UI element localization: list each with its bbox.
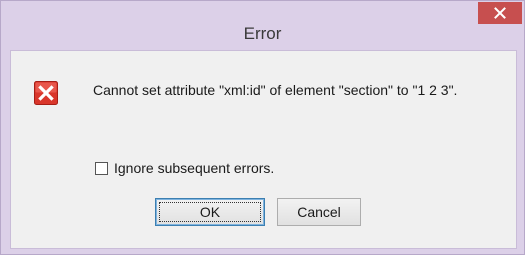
- dialog-title: Error: [243, 24, 282, 43]
- ignore-errors-checkbox-row[interactable]: Ignore subsequent errors.: [95, 159, 274, 177]
- ignore-errors-checkbox[interactable]: [95, 161, 108, 175]
- title-bar[interactable]: Error: [1, 1, 524, 50]
- ok-button[interactable]: OK: [155, 198, 265, 226]
- close-icon: [494, 7, 506, 19]
- close-button[interactable]: [478, 2, 522, 24]
- ignore-errors-label[interactable]: Ignore subsequent errors.: [114, 159, 274, 177]
- cancel-button[interactable]: Cancel: [277, 198, 361, 226]
- error-icon: [34, 81, 58, 105]
- error-message: Cannot set attribute "xml:id" of element…: [93, 82, 458, 98]
- error-dialog: Error Cannot set attribute "xml:id" of e…: [0, 0, 525, 255]
- ok-button-label: OK: [159, 202, 261, 222]
